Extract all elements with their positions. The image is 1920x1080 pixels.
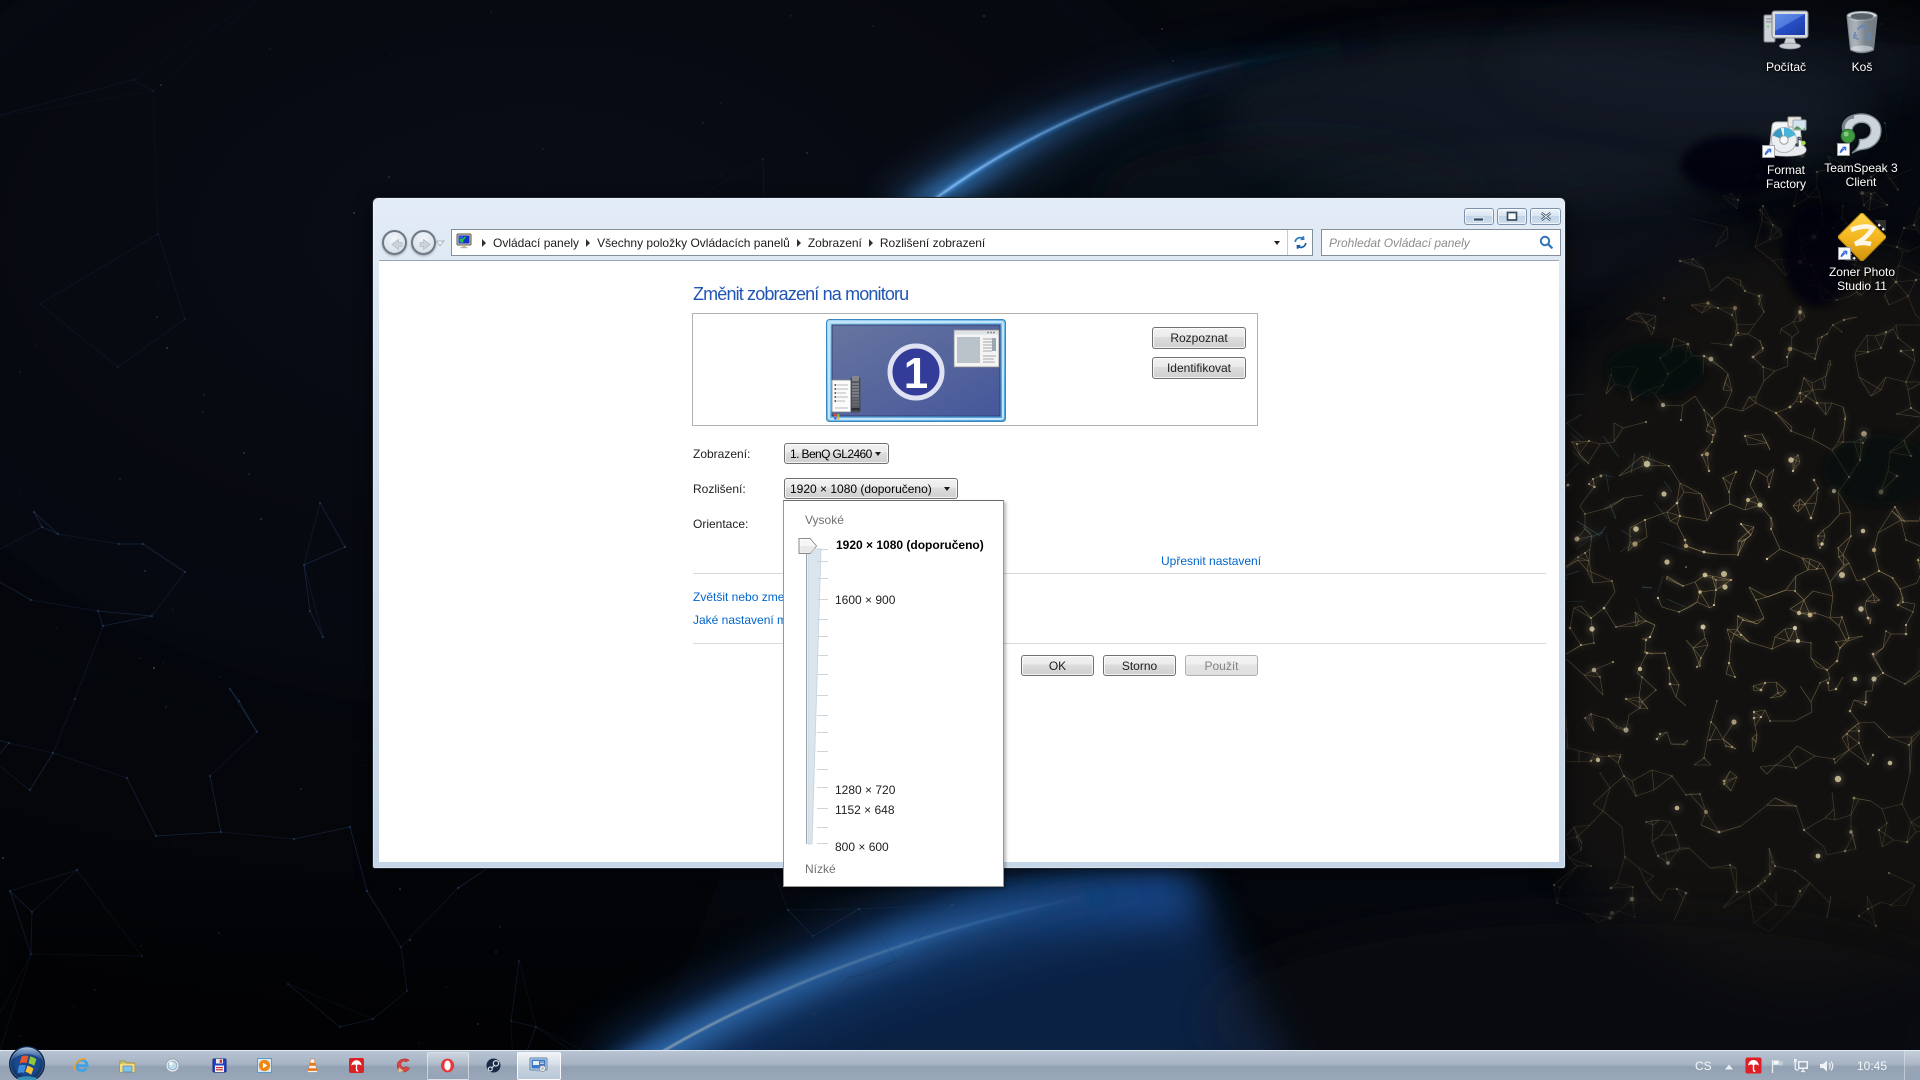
svg-text:1: 1 <box>904 349 928 398</box>
